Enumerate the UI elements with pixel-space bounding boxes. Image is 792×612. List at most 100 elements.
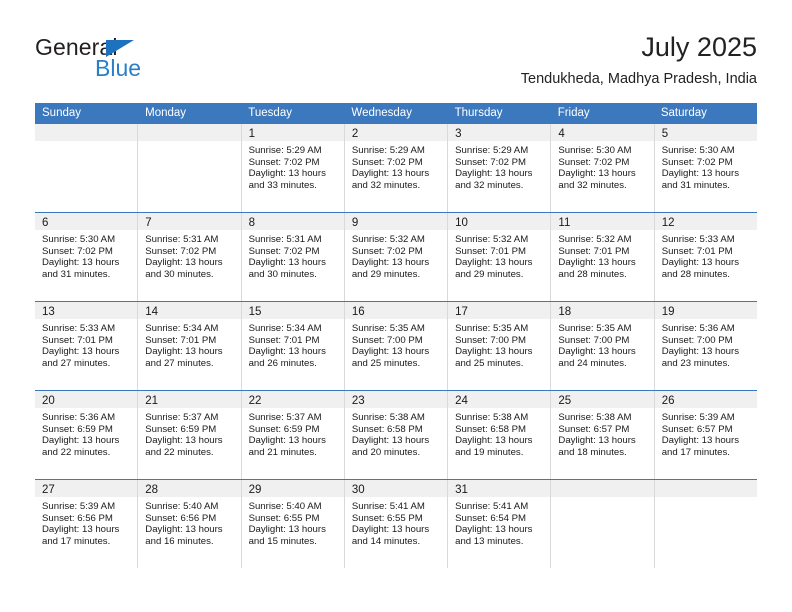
day-details: Sunrise: 5:36 AM Sunset: 7:00 PM Daylight:…	[655, 319, 757, 369]
sunset-text: Sunset: 7:02 PM	[145, 245, 217, 257]
daylight-text: Daylight: 13 hours and 20 minutes.	[351, 435, 430, 458]
day-number-strip: 12	[654, 213, 757, 230]
sunset-text: Sunset: 6:59 PM	[42, 423, 113, 435]
page-title: July 2025	[641, 32, 757, 62]
daylight-text: Daylight: 13 hours and 15 minutes.	[248, 524, 326, 547]
calendar-day-cell[interactable]: 1 Sunrise: 5:29 AM Sunset: 7:02 PM Daylight…	[241, 124, 345, 212]
calendar-week-row: 1 Sunrise: 5:29 AM Sunset: 7:02 PM Daylight…	[35, 124, 757, 212]
calendar-day-cell-empty	[654, 480, 757, 568]
day-number-strip: 5	[654, 124, 757, 141]
calendar-weeks: 1 Sunrise: 5:29 AM Sunset: 7:02 PM Daylight…	[35, 124, 757, 568]
day-number-strip	[35, 124, 138, 141]
day-details: Sunrise: 5:31 AM Sunset: 7:02 PM Daylight:…	[242, 230, 344, 280]
calendar-day-cell[interactable]: 2 Sunrise: 5:29 AM Sunset: 7:02 PM Daylight…	[344, 124, 449, 212]
daylight-text: Daylight: 13 hours and 28 minutes.	[558, 257, 636, 280]
calendar-day-cell[interactable]: 20 Sunrise: 5:36 AM Sunset: 6:59 PM Dayligh…	[35, 391, 139, 479]
day-number: 24	[455, 395, 468, 407]
calendar-day-cell[interactable]: 21 Sunrise: 5:37 AM Sunset: 6:59 PM Dayligh…	[138, 391, 242, 479]
calendar-day-cell[interactable]: 11 Sunrise: 5:32 AM Sunset: 7:01 PM Dayligh…	[551, 213, 655, 301]
sunset-text: Sunset: 6:58 PM	[455, 423, 527, 435]
calendar-day-cell[interactable]: 19 Sunrise: 5:36 AM Sunset: 7:00 PM Dayligh…	[654, 302, 757, 390]
calendar-day-cell[interactable]: 12 Sunrise: 5:33 AM Sunset: 7:01 PM Dayligh…	[654, 213, 757, 301]
day-details: Sunrise: 5:36 AM Sunset: 6:59 PM Daylight:…	[35, 408, 137, 458]
calendar-day-cell[interactable]: 25 Sunrise: 5:38 AM Sunset: 6:57 PM Dayligh…	[551, 391, 655, 479]
sunset-text: Sunset: 6:54 PM	[455, 512, 527, 524]
calendar-day-cell[interactable]: 13 Sunrise: 5:33 AM Sunset: 7:01 PM Dayligh…	[35, 302, 139, 390]
calendar-day-cell[interactable]: 31 Sunrise: 5:41 AM Sunset: 6:54 PM Dayligh…	[448, 480, 552, 568]
daylight-text: Daylight: 13 hours and 28 minutes.	[661, 257, 740, 280]
day-details: Sunrise: 5:29 AM Sunset: 7:02 PM Daylight:…	[448, 141, 550, 191]
daylight-text: Daylight: 13 hours and 30 minutes.	[248, 257, 326, 280]
day-details: Sunrise: 5:30 AM Sunset: 7:02 PM Daylight:…	[551, 141, 653, 191]
day-details: Sunrise: 5:29 AM Sunset: 7:02 PM Daylight:…	[242, 141, 344, 191]
sunrise-text: Sunrise: 5:35 AM	[351, 323, 425, 334]
daylight-text: Daylight: 13 hours and 24 minutes.	[558, 346, 636, 369]
calendar-day-cell[interactable]: 30 Sunrise: 5:41 AM Sunset: 6:55 PM Dayligh…	[344, 480, 449, 568]
page-subtitle: Tendukheda, Madhya Pradesh, India	[520, 71, 757, 87]
daylight-text: Daylight: 13 hours and 30 minutes.	[145, 257, 223, 280]
calendar-day-cell[interactable]: 29 Sunrise: 5:40 AM Sunset: 6:55 PM Dayligh…	[241, 480, 345, 568]
calendar-day-cell[interactable]: 10 Sunrise: 5:32 AM Sunset: 7:01 PM Dayligh…	[448, 213, 552, 301]
calendar-day-cell[interactable]: 23 Sunrise: 5:38 AM Sunset: 6:58 PM Dayligh…	[344, 391, 449, 479]
sunrise-text: Sunrise: 5:33 AM	[42, 323, 116, 334]
sunrise-text: Sunrise: 5:29 AM	[248, 145, 322, 156]
daylight-text: Daylight: 13 hours and 27 minutes.	[42, 346, 120, 369]
sunset-text: Sunset: 7:01 PM	[455, 245, 527, 257]
calendar-day-cell[interactable]: 22 Sunrise: 5:37 AM Sunset: 6:59 PM Dayligh…	[241, 391, 345, 479]
day-number: 20	[42, 395, 55, 407]
calendar-day-cell[interactable]: 8 Sunrise: 5:31 AM Sunset: 7:02 PM Daylight…	[241, 213, 345, 301]
sunset-text: Sunset: 7:01 PM	[42, 334, 113, 346]
day-details: Sunrise: 5:31 AM Sunset: 7:02 PM Daylight:…	[138, 230, 240, 280]
sunrise-text: Sunrise: 5:30 AM	[42, 234, 116, 245]
daylight-text: Daylight: 13 hours and 22 minutes.	[145, 435, 223, 458]
sunrise-text: Sunrise: 5:39 AM	[661, 412, 735, 423]
day-number: 7	[145, 217, 152, 229]
calendar-day-cell[interactable]: 14 Sunrise: 5:34 AM Sunset: 7:01 PM Dayligh…	[138, 302, 242, 390]
sunset-text: Sunset: 7:00 PM	[351, 334, 423, 346]
sunset-text: Sunset: 7:02 PM	[558, 156, 630, 168]
day-number: 6	[42, 217, 49, 229]
sunrise-text: Sunrise: 5:36 AM	[42, 412, 116, 423]
calendar-day-cell[interactable]: 6 Sunrise: 5:30 AM Sunset: 7:02 PM Daylight…	[35, 213, 139, 301]
calendar-day-cell[interactable]: 17 Sunrise: 5:35 AM Sunset: 7:00 PM Dayligh…	[448, 302, 552, 390]
calendar-day-cell[interactable]: 28 Sunrise: 5:40 AM Sunset: 6:56 PM Dayligh…	[138, 480, 242, 568]
calendar-day-cell-empty	[138, 124, 242, 212]
weekday-header-sunday: Sunday	[42, 107, 82, 119]
sunrise-text: Sunrise: 5:31 AM	[248, 234, 322, 245]
calendar-page: General Blue July 2025 Tendukheda, Madhy…	[0, 0, 792, 612]
day-number-strip: 28	[138, 480, 241, 497]
calendar-day-cell[interactable]: 15 Sunrise: 5:34 AM Sunset: 7:01 PM Dayligh…	[241, 302, 345, 390]
calendar-week-row: 20 Sunrise: 5:36 AM Sunset: 6:59 PM Dayligh…	[35, 390, 757, 479]
calendar-day-cell[interactable]: 16 Sunrise: 5:35 AM Sunset: 7:00 PM Dayligh…	[344, 302, 449, 390]
calendar-day-cell[interactable]: 3 Sunrise: 5:29 AM Sunset: 7:02 PM Daylight…	[448, 124, 552, 212]
day-number: 9	[351, 217, 359, 229]
day-details: Sunrise: 5:38 AM Sunset: 6:57 PM Daylight:…	[551, 408, 653, 458]
daylight-text: Daylight: 13 hours and 17 minutes.	[42, 524, 120, 547]
sunset-text: Sunset: 7:00 PM	[661, 334, 733, 346]
daylight-text: Daylight: 13 hours and 31 minutes.	[661, 168, 740, 191]
sunset-text: Sunset: 6:57 PM	[558, 423, 630, 435]
sunrise-text: Sunrise: 5:34 AM	[145, 323, 219, 334]
sunrise-text: Sunrise: 5:40 AM	[248, 501, 322, 512]
sunset-text: Sunset: 6:56 PM	[145, 512, 217, 524]
calendar-day-cell[interactable]: 24 Sunrise: 5:38 AM Sunset: 6:58 PM Dayligh…	[448, 391, 552, 479]
day-details: Sunrise: 5:39 AM Sunset: 6:57 PM Daylight:…	[655, 408, 757, 458]
day-number-strip: 7	[138, 213, 241, 230]
calendar-day-cell[interactable]: 18 Sunrise: 5:35 AM Sunset: 7:00 PM Dayligh…	[551, 302, 655, 390]
calendar-day-cell[interactable]: 9 Sunrise: 5:32 AM Sunset: 7:02 PM Daylight…	[344, 213, 449, 301]
calendar-week-row: 13 Sunrise: 5:33 AM Sunset: 7:01 PM Dayligh…	[35, 301, 757, 390]
general-blue-logo[interactable]: General Blue	[35, 34, 265, 90]
calendar-day-cell[interactable]: 26 Sunrise: 5:39 AM Sunset: 6:57 PM Dayligh…	[654, 391, 757, 479]
calendar-day-cell[interactable]: 27 Sunrise: 5:39 AM Sunset: 6:56 PM Dayligh…	[35, 480, 139, 568]
daylight-text: Daylight: 13 hours and 21 minutes.	[248, 435, 326, 458]
sunset-text: Sunset: 7:00 PM	[455, 334, 527, 346]
sunrise-text: Sunrise: 5:32 AM	[558, 234, 632, 245]
calendar-day-cell[interactable]: 5 Sunrise: 5:30 AM Sunset: 7:02 PM Daylight…	[654, 124, 757, 212]
day-number: 16	[351, 306, 365, 318]
day-details: Sunrise: 5:40 AM Sunset: 6:56 PM Daylight:…	[138, 497, 240, 547]
day-details: Sunrise: 5:30 AM Sunset: 7:02 PM Daylight:…	[35, 230, 137, 280]
calendar-day-cell[interactable]: 4 Sunrise: 5:30 AM Sunset: 7:02 PM Daylight…	[551, 124, 655, 212]
calendar-day-cell[interactable]: 7 Sunrise: 5:31 AM Sunset: 7:02 PM Daylight…	[138, 213, 242, 301]
daylight-text: Daylight: 13 hours and 26 minutes.	[248, 346, 326, 369]
sunrise-text: Sunrise: 5:31 AM	[145, 234, 219, 245]
